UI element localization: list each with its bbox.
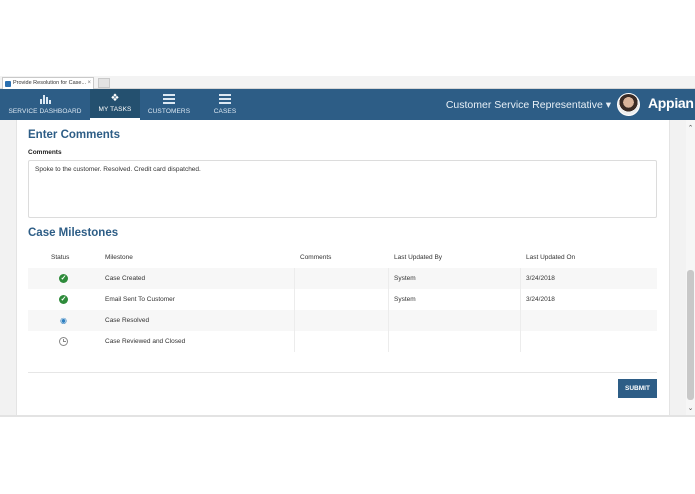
milestone-cell: Case Resolved [105, 317, 150, 324]
close-icon[interactable]: × [87, 78, 91, 89]
check-circle-icon: ✓ [59, 274, 68, 283]
nav-my-tasks[interactable]: ❖ MY TASKS [90, 89, 140, 120]
milestone-cell: Case Reviewed and Closed [105, 338, 186, 345]
check-circle-icon: ✓ [59, 295, 68, 304]
browser-tab-title: Provide Resolution for Case... [13, 80, 87, 86]
comments-textarea[interactable]: Spoke to the customer. Resolved. Credit … [28, 160, 657, 218]
column-header-comments: Comments [300, 254, 332, 261]
favicon-icon [5, 81, 11, 87]
user-role-menu[interactable]: Customer Service Representative ▾ [446, 99, 611, 111]
browser-tab[interactable]: Provide Resolution for Case... × [2, 77, 94, 89]
list-icon [163, 94, 175, 104]
updated-on-cell: 3/24/2018 [526, 275, 555, 282]
table-row: Case Reviewed and Closed [28, 331, 657, 352]
nav-label: CASES [213, 108, 237, 115]
window-bottom-edge [0, 415, 695, 417]
nav-label: MY TASKS [98, 106, 132, 113]
column-header-status: Status [51, 254, 70, 261]
chevron-down-icon[interactable]: ⌄ [686, 404, 695, 414]
appian-logo: Appian [648, 95, 694, 111]
tag-icon: ❖ [110, 93, 120, 104]
column-header-last-updated-on: Last Updated On [526, 254, 576, 261]
submit-button[interactable]: SUBMIT [618, 379, 657, 398]
list-icon [219, 94, 231, 104]
enter-comments-heading: Enter Comments [28, 129, 121, 141]
table-row: ✓ Case Created System 3/24/2018 [28, 268, 657, 289]
updated-by-cell: System [394, 296, 416, 303]
vertical-scrollbar[interactable]: ⌃ ⌄ [686, 120, 695, 416]
column-header-last-updated-by: Last Updated By [394, 254, 443, 261]
bar-chart-icon [39, 94, 51, 104]
milestone-cell: Case Created [105, 275, 146, 282]
new-tab-button[interactable] [98, 78, 110, 88]
nav-label: SERVICE DASHBOARD [8, 108, 82, 115]
column-header-milestone: Milestone [105, 254, 133, 261]
nav-customers[interactable]: CUSTOMERS [140, 89, 198, 120]
nav-service-dashboard[interactable]: SERVICE DASHBOARD [0, 89, 90, 120]
case-milestones-heading: Case Milestones [28, 227, 119, 239]
table-row: ◉ Case Resolved [28, 310, 657, 331]
avatar[interactable] [617, 93, 640, 116]
table-row: ✓ Email Sent To Customer System 3/24/201… [28, 289, 657, 310]
updated-by-cell: System [394, 275, 416, 282]
eye-icon: ◉ [60, 316, 67, 325]
app-window: Provide Resolution for Case... × SERVICE… [0, 0, 695, 494]
milestone-cell: Email Sent To Customer [105, 296, 175, 303]
nav-label: CUSTOMERS [147, 108, 191, 115]
chevron-up-icon[interactable]: ⌃ [686, 124, 695, 134]
scrollbar-thumb[interactable] [687, 270, 694, 400]
comments-label: Comments [28, 149, 62, 156]
updated-on-cell: 3/24/2018 [526, 296, 555, 303]
clock-icon [59, 337, 68, 346]
nav-cases[interactable]: CASES [200, 89, 250, 120]
browser-tab-strip: Provide Resolution for Case... × [0, 76, 695, 89]
section-divider [28, 372, 657, 373]
